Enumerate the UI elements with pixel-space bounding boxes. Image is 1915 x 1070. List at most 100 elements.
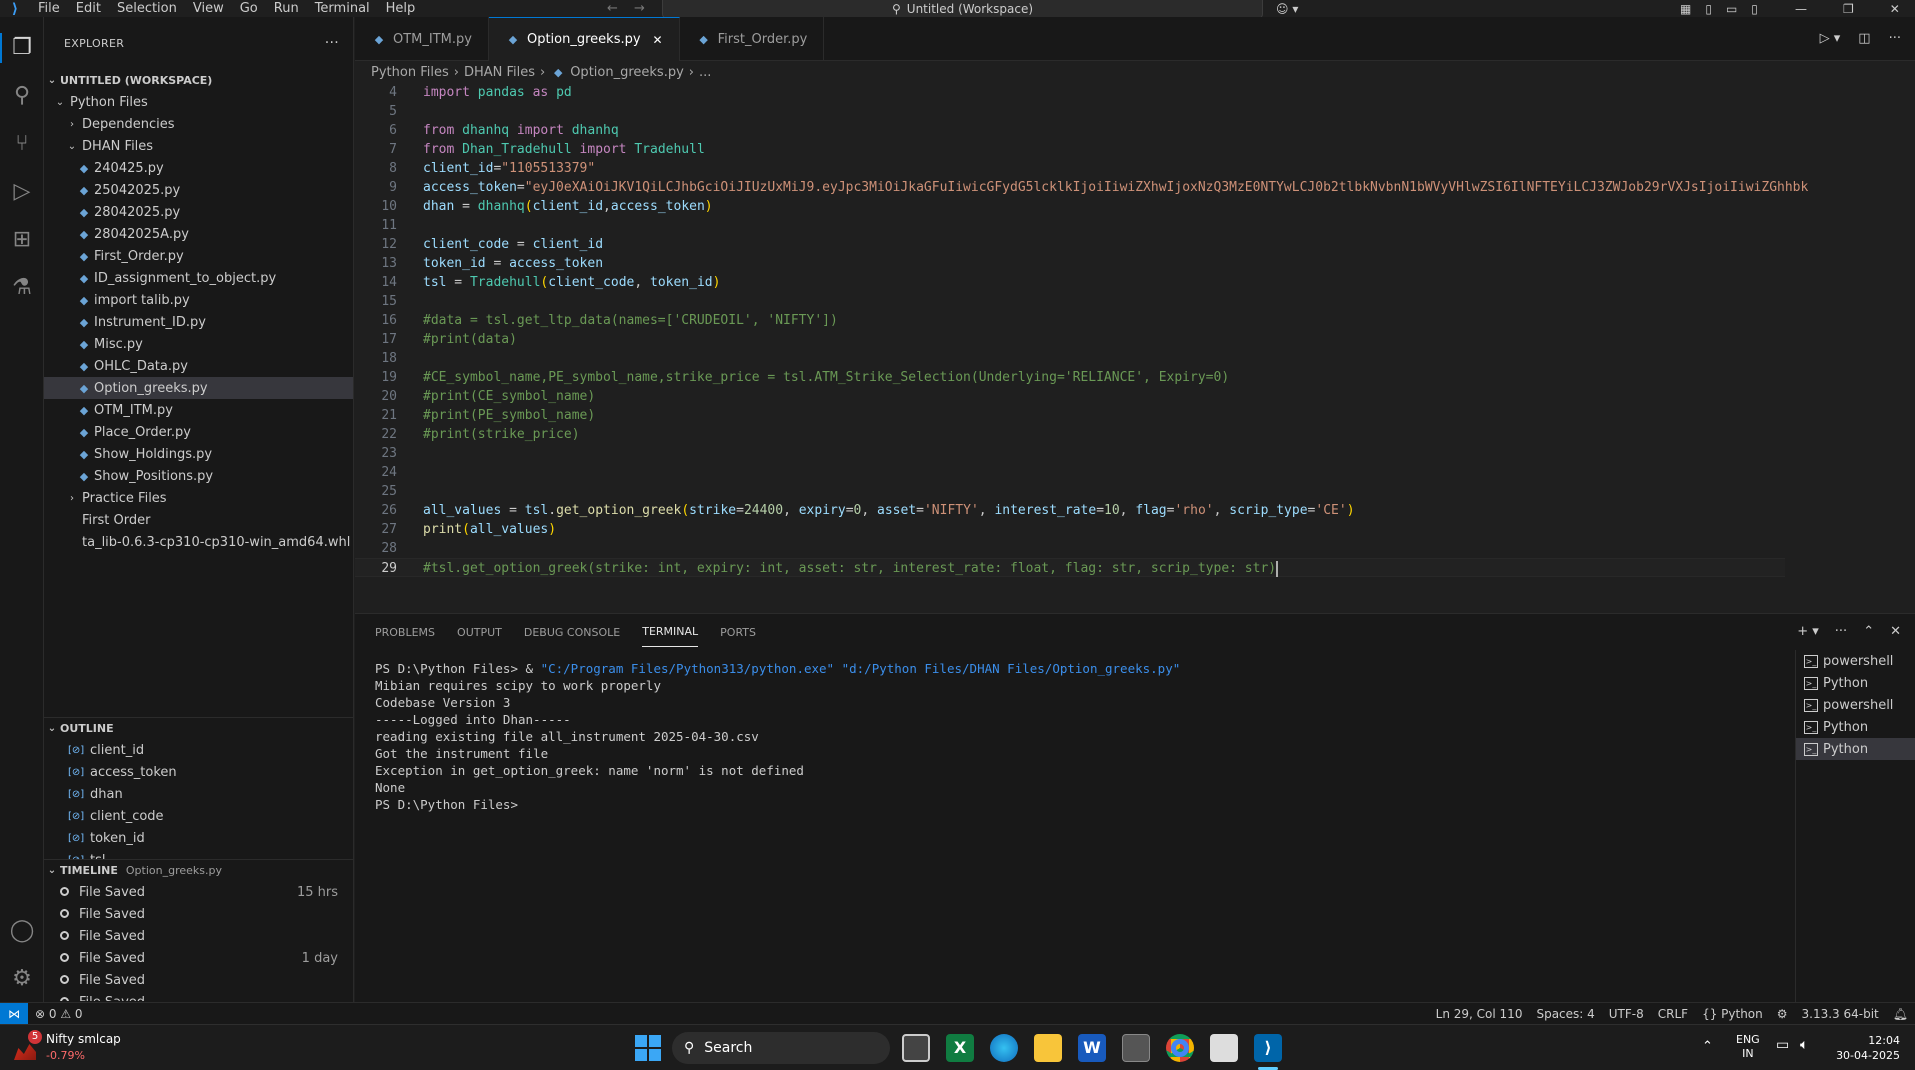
more-actions-icon[interactable]: ··· [1835, 624, 1847, 639]
network-icon[interactable]: ▭ [1776, 1037, 1789, 1053]
forward-arrow-icon[interactable]: → [634, 1, 645, 16]
search-view-icon[interactable]: ⚲ [8, 82, 36, 110]
accounts-icon[interactable]: ◯ [8, 917, 36, 945]
code-line[interactable]: 10 dhan = dhanhq(client_id,access_token) [355, 197, 1785, 216]
code-line[interactable]: 17 #print(data) [355, 330, 1785, 349]
tree-item[interactable]: ⌄ Python Files [44, 91, 353, 113]
word-icon[interactable]: W [1078, 1034, 1106, 1062]
tree-item[interactable]: First Order [44, 509, 353, 531]
close-panel-icon[interactable]: ✕ [1890, 624, 1901, 639]
outline-item[interactable]: [⊘] client_code [44, 805, 354, 827]
code-line[interactable]: 28 [355, 539, 1785, 558]
tree-item[interactable]: › Practice Files [44, 487, 353, 509]
menu-edit[interactable]: Edit [68, 1, 109, 16]
code-line[interactable]: 5 [355, 102, 1785, 121]
terminal-instance[interactable]: >_ powershell [1796, 650, 1915, 672]
breadcrumb-item[interactable]: ... [699, 65, 711, 80]
menu-view[interactable]: View [185, 1, 232, 16]
tree-item[interactable]: ◆ First_Order.py [44, 245, 353, 267]
tree-item[interactable]: ta_lib-0.6.3-cp310-cp310-win_amd64.whl [44, 531, 353, 553]
source-control-icon[interactable]: ⑂ [8, 130, 36, 158]
code-line[interactable]: 7 from Dhan_Tradehull import Tradehull [355, 140, 1785, 159]
terminal-instance[interactable]: >_ Python [1796, 672, 1915, 694]
tree-item[interactable]: ◆ 240425.py [44, 157, 353, 179]
outline-item[interactable]: [⊘] token_id [44, 827, 354, 849]
code-line[interactable]: 21 #print(PE_symbol_name) [355, 406, 1785, 425]
code-line[interactable]: 4 import pandas as pd [355, 83, 1785, 102]
close-window-icon[interactable]: ✕ [1890, 2, 1900, 16]
tab-debug-console[interactable]: DEBUG CONSOLE [524, 618, 620, 647]
tree-item[interactable]: ◆ OHLC_Data.py [44, 355, 353, 377]
tab-ports[interactable]: PORTS [720, 618, 756, 647]
workspace-header[interactable]: ⌄ UNTITLED (WORKSPACE) [44, 69, 353, 91]
tab-option-greeks[interactable]: ◆ Option_greeks.py ✕ [488, 17, 680, 61]
toggle-secondary-sidebar-icon[interactable]: ▯ [1751, 2, 1758, 16]
minimize-icon[interactable]: — [1795, 2, 1807, 16]
tree-item[interactable]: ◆ 28042025A.py [44, 223, 353, 245]
tree-item[interactable]: ◆ Show_Holdings.py [44, 443, 353, 465]
code-line[interactable]: 18 [355, 349, 1785, 368]
remote-icon[interactable]: ⋈ [0, 1002, 28, 1025]
copilot-icon[interactable]: ☺ ▾ [1276, 0, 1298, 17]
show-hidden-icons[interactable]: ⌃ [1702, 1039, 1713, 1054]
tree-item[interactable]: ◆ ID_assignment_to_object.py [44, 267, 353, 289]
maximize-icon[interactable]: ❐ [1843, 2, 1854, 16]
code-line[interactable]: 27 print(all_values) [355, 520, 1785, 539]
code-line[interactable]: 24 [355, 463, 1785, 482]
tab-otm-itm[interactable]: ◆ OTM_ITM.py [355, 17, 489, 61]
code-line[interactable]: 12 client_code = client_id [355, 235, 1785, 254]
more-actions-icon[interactable]: ··· [1889, 31, 1901, 46]
tree-item[interactable]: ◆ Instrument_ID.py [44, 311, 353, 333]
menu-run[interactable]: Run [266, 1, 307, 16]
code-line[interactable]: 14 tsl = Tradehull(client_code, token_id) [355, 273, 1785, 292]
breadcrumb-item[interactable]: DHAN Files [464, 65, 535, 80]
code-line[interactable]: 26 all_values = tsl.get_option_greek(stri… [355, 501, 1785, 520]
tree-item[interactable]: ◆ Place_Order.py [44, 421, 353, 443]
timeline-item[interactable]: File Saved [44, 969, 354, 991]
outline-item[interactable]: [⊘] client_id [44, 739, 354, 761]
code-line[interactable]: 23 [355, 444, 1785, 463]
more-actions-icon[interactable]: ··· [325, 35, 339, 51]
new-terminal-icon[interactable]: + ▾ [1797, 624, 1819, 639]
indentation[interactable]: Spaces: 4 [1529, 1007, 1601, 1021]
code-line[interactable]: 8 client_id="1105513379" [355, 159, 1785, 178]
tree-item[interactable]: ◆ Misc.py [44, 333, 353, 355]
tree-item[interactable]: ◆ Show_Positions.py [44, 465, 353, 487]
encoding[interactable]: UTF-8 [1602, 1007, 1651, 1021]
timeline-item[interactable]: File Saved 1 day [44, 947, 354, 969]
excel-icon[interactable]: X [946, 1034, 974, 1062]
toggle-sidebar-icon[interactable]: ▯ [1705, 2, 1712, 16]
extensions-icon[interactable]: ⊞ [8, 226, 36, 254]
cursor-position[interactable]: Ln 29, Col 110 [1429, 1007, 1530, 1021]
menu-file[interactable]: File [30, 1, 68, 16]
code-editor[interactable]: 4 import pandas as pd 5 6 from dhanhq import… [355, 83, 1915, 613]
pdf-reader-icon[interactable] [1210, 1034, 1238, 1062]
code-line[interactable]: 13 token_id = access_token [355, 254, 1785, 273]
timeline-item[interactable]: File Saved [44, 925, 354, 947]
outline-item[interactable]: [⊘] dhan [44, 783, 354, 805]
problems-count[interactable]: ⊗ 0 ⚠ 0 [28, 1007, 90, 1021]
code-line[interactable]: 15 [355, 292, 1785, 311]
menu-go[interactable]: Go [232, 1, 266, 16]
python-interpreter[interactable]: 3.13.3 64-bit [1795, 1007, 1886, 1021]
menu-help[interactable]: Help [378, 1, 424, 16]
end-of-line[interactable]: CRLF [1651, 1007, 1695, 1021]
tree-item[interactable]: ◆ import talib.py [44, 289, 353, 311]
code-line[interactable]: 29 #tsl.get_option_greek(strike: int, exp… [355, 558, 1785, 577]
back-arrow-icon[interactable]: ← [607, 1, 618, 16]
menu-selection[interactable]: Selection [109, 1, 185, 16]
terminal-instance[interactable]: >_ powershell [1796, 694, 1915, 716]
language-indicator[interactable]: ENG IN [1736, 1033, 1760, 1061]
tree-item[interactable]: ⌄ DHAN Files [44, 135, 353, 157]
volume-icon[interactable]: 🔈︎ [1800, 1037, 1808, 1053]
edge-icon[interactable] [990, 1034, 1018, 1062]
code-line[interactable]: 6 from dhanhq import dhanhq [355, 121, 1785, 140]
customize-layout-icon[interactable]: ▦ [1680, 2, 1691, 16]
tree-item[interactable]: ◆ Option_greeks.py [44, 377, 353, 399]
notifications-bell-icon[interactable]: 🔔︎ [1886, 1007, 1915, 1021]
weather-widget[interactable]: 5 Nifty smlcap -0.79% [12, 1030, 122, 1066]
tree-item[interactable]: › Dependencies [44, 113, 353, 135]
timeline-item[interactable]: File Saved [44, 903, 354, 925]
terminal-instance[interactable]: >_ Python [1796, 738, 1915, 760]
timeline-header[interactable]: ⌄ TIMELINE Option_greeks.py [44, 859, 354, 881]
